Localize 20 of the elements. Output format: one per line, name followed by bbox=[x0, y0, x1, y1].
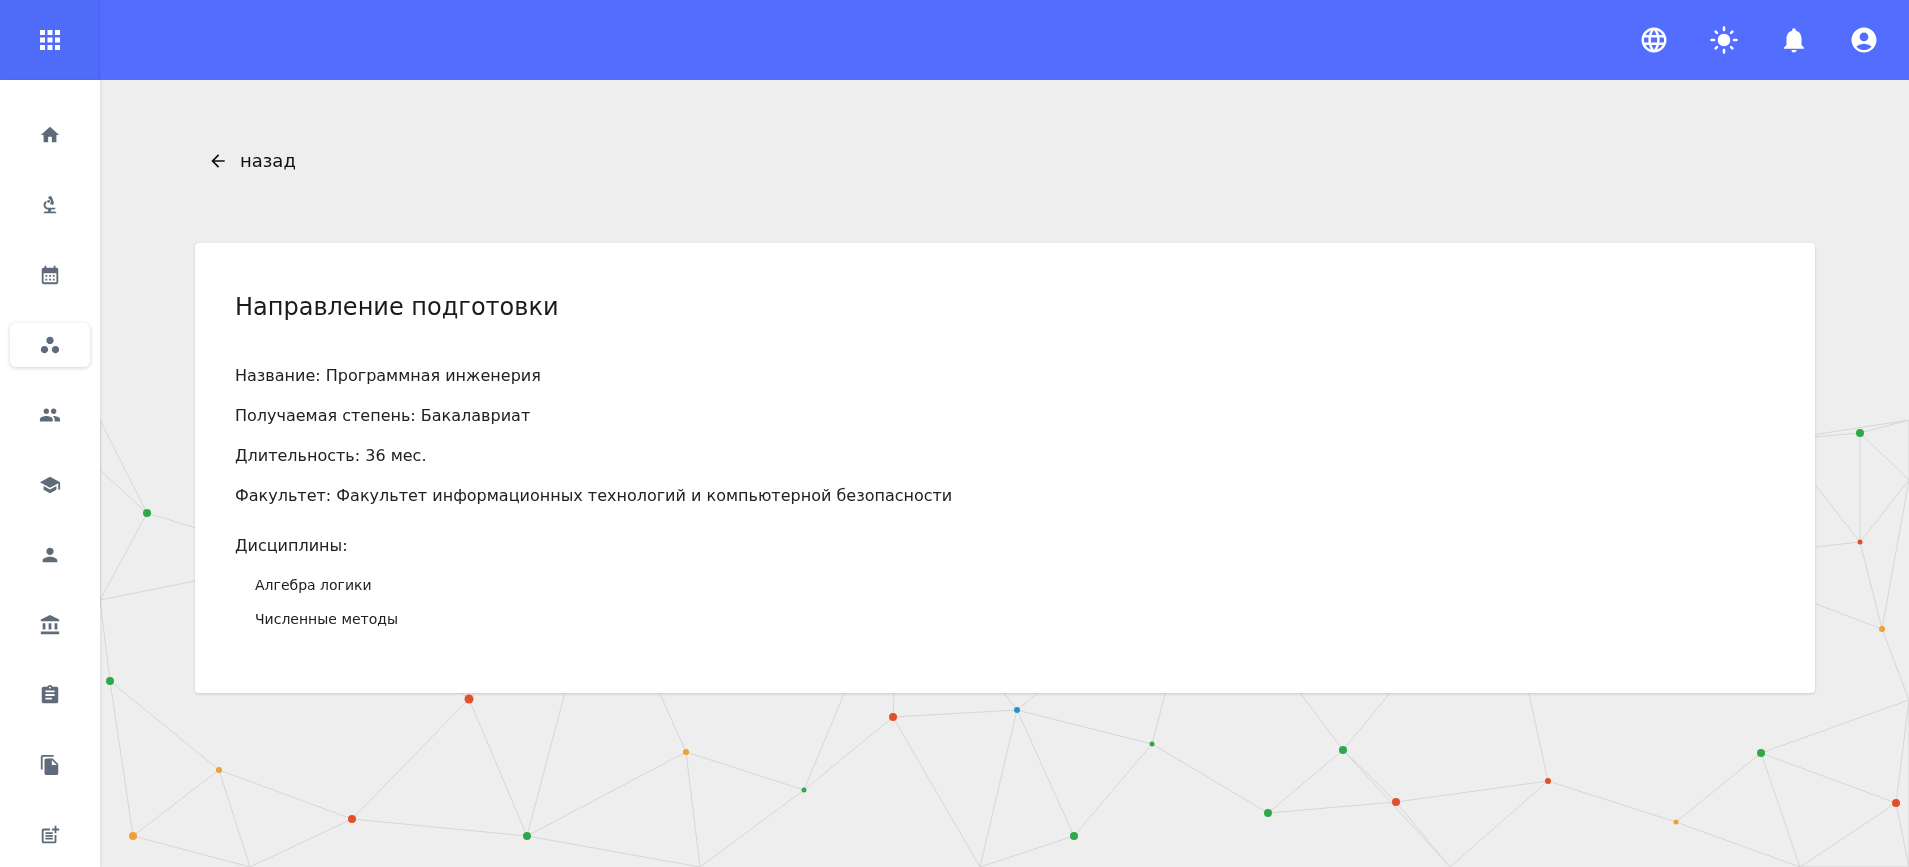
documents-icon bbox=[39, 754, 61, 776]
add-note-icon bbox=[39, 824, 61, 846]
disciplines-label: Дисциплины: bbox=[235, 535, 348, 556]
clipboard-icon bbox=[39, 684, 61, 706]
field-text: Получаемая степень: Бакалавриат bbox=[235, 405, 531, 426]
three-dots-icon bbox=[39, 334, 61, 356]
card-title: Направление подготовки bbox=[235, 293, 559, 321]
discipline-item: Численные методы bbox=[255, 610, 398, 629]
sidebar-item[interactable] bbox=[10, 323, 90, 367]
field-text: Длительность: 36 мес. bbox=[235, 445, 427, 466]
discipline-item: Алгебра логики bbox=[255, 576, 372, 595]
back-link[interactable]: назад bbox=[208, 150, 296, 171]
bank-icon bbox=[39, 614, 61, 636]
sun-icon[interactable] bbox=[1709, 25, 1739, 55]
calendar-icon bbox=[39, 264, 61, 286]
field-text: Название: Программная инженерия bbox=[235, 365, 541, 386]
field-text: Факультет: Факультет информационных технологий и компьютерной безопасности bbox=[235, 485, 953, 506]
graduation-cap-icon bbox=[39, 474, 61, 496]
account-icon[interactable] bbox=[1849, 25, 1879, 55]
globe-icon[interactable] bbox=[1639, 25, 1669, 55]
